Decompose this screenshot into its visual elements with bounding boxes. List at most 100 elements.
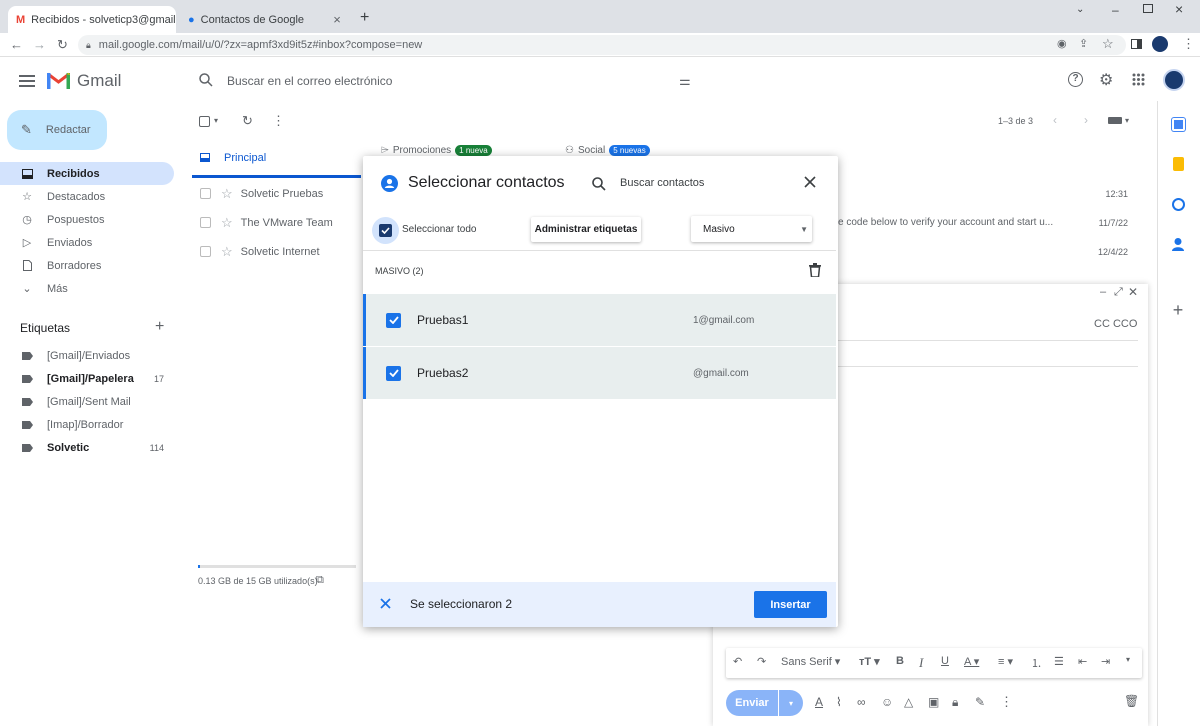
account-avatar[interactable] xyxy=(1163,69,1185,91)
send-button[interactable]: Enviar xyxy=(726,690,778,716)
search-icon[interactable] xyxy=(592,177,606,191)
keep-icon[interactable] xyxy=(1166,152,1190,176)
prev-page-icon[interactable]: ‹ xyxy=(1053,113,1057,127)
tab-google-contacts[interactable]: ● Contactos de Google × xyxy=(180,6,352,33)
contacts-search-input[interactable]: Buscar contactos xyxy=(620,177,704,189)
email-checkbox[interactable] xyxy=(200,246,211,257)
discard-trash-icon[interactable]: 🗑︎ xyxy=(1124,694,1139,708)
tab-social[interactable]: ⚇ Social 5 nuevas xyxy=(565,145,650,156)
numbered-list-icon[interactable]: ⒈ xyxy=(1031,655,1042,671)
indent-less-icon[interactable]: ⇤ xyxy=(1078,655,1087,668)
apps-grid-icon[interactable] xyxy=(1132,73,1145,86)
compose-expand-icon[interactable]: ⤢ xyxy=(1114,286,1123,299)
refresh-icon[interactable]: ↻ xyxy=(242,113,253,129)
profile-avatar[interactable] xyxy=(1152,36,1168,52)
add-label-icon[interactable]: + xyxy=(155,318,164,336)
formatting-options-icon[interactable]: A xyxy=(815,695,823,709)
photo-icon[interactable]: ▣ xyxy=(928,695,939,709)
confidential-lock-icon[interactable]: 🔒︎ xyxy=(952,695,958,710)
keyboard-icon[interactable] xyxy=(1108,117,1122,124)
redo-icon[interactable]: ↷ xyxy=(757,655,766,668)
delete-trash-icon[interactable] xyxy=(809,263,821,277)
contact-row[interactable]: Pruebas2 @gmail.com xyxy=(363,347,836,399)
address-bar[interactable]: 🔒︎ mail.google.com/mail/u/0/?zx=apmf3xd9… xyxy=(78,35,1126,55)
search-icon[interactable] xyxy=(199,73,213,87)
window-close-icon[interactable]: × xyxy=(1175,1,1183,17)
select-dropdown-icon[interactable]: ▾ xyxy=(214,116,218,125)
align-icon[interactable]: ≡ ▾ xyxy=(998,655,1013,668)
link-icon[interactable]: ∞ xyxy=(857,695,866,709)
tab-promociones[interactable]: ⌲ Promociones 1 nueva xyxy=(381,145,492,156)
font-size-icon[interactable]: тT ▾ xyxy=(859,655,880,668)
manage-labels-button[interactable]: Administrar etiquetas xyxy=(531,217,641,242)
add-addon-icon[interactable]: + xyxy=(1166,298,1190,322)
indent-more-icon[interactable]: ⇥ xyxy=(1101,655,1110,668)
label-item[interactable]: [Gmail]/Sent Mail xyxy=(0,390,174,413)
attach-icon[interactable]: ⌇ xyxy=(836,695,842,709)
next-page-icon[interactable]: › xyxy=(1084,113,1088,127)
nav-item-inbox[interactable]: Recibidos xyxy=(0,162,174,185)
contact-checkbox[interactable] xyxy=(386,365,401,381)
more-formatting-icon[interactable]: ▾ xyxy=(1126,655,1130,664)
minimize-icon[interactable]: – xyxy=(1112,3,1119,17)
cc-bcc-link[interactable]: CC CCO xyxy=(1094,318,1137,330)
tab-principal[interactable]: Principal xyxy=(192,140,361,178)
share-icon[interactable]: ⇪ xyxy=(1079,37,1088,50)
compose-minimize-icon[interactable]: – xyxy=(1100,286,1106,298)
more-options-icon[interactable]: ⋮ xyxy=(272,113,285,129)
email-checkbox[interactable] xyxy=(200,217,211,228)
bold-icon[interactable]: B xyxy=(896,655,904,667)
undo-icon[interactable]: ↶ xyxy=(733,655,742,668)
nav-item-starred[interactable]: ☆ Destacados xyxy=(0,185,174,208)
settings-gear-icon[interactable]: ⚙ xyxy=(1099,70,1113,90)
gmail-logo-icon[interactable] xyxy=(47,71,70,89)
label-item[interactable]: Solvetic 114 xyxy=(0,436,174,459)
mail-search-input[interactable]: Buscar en el correo electrónico xyxy=(227,74,392,88)
signature-pen-icon[interactable]: ✎ xyxy=(975,695,985,709)
bookmark-star-icon[interactable]: ☆ xyxy=(1102,36,1114,52)
nav-item-sent[interactable]: ▷ Enviados xyxy=(0,231,174,254)
search-options-icon[interactable]: ⚌ xyxy=(679,73,691,89)
nav-item-more[interactable]: ⌄ Más xyxy=(0,277,174,300)
more-options-icon[interactable]: ⋮ xyxy=(1000,694,1013,710)
underline-icon[interactable]: U xyxy=(941,655,949,667)
label-item[interactable]: [Imap]/Borrador xyxy=(0,413,174,436)
nav-item-drafts[interactable]: Borradores xyxy=(0,254,174,277)
contact-row[interactable]: Pruebas1 1@gmail.com xyxy=(363,294,836,346)
clear-selection-icon[interactable] xyxy=(380,598,391,609)
nav-item-snoozed[interactable]: ◷ Pospuestos xyxy=(0,208,174,231)
emoji-icon[interactable]: ☺ xyxy=(881,695,893,709)
insert-button[interactable]: Insertar xyxy=(754,591,827,618)
contact-checkbox[interactable] xyxy=(386,312,401,328)
reload-icon[interactable]: ↻ xyxy=(57,37,68,53)
open-external-icon[interactable]: ⧉ xyxy=(316,574,324,587)
star-icon[interactable]: ☆ xyxy=(221,244,233,260)
tab-search-icon[interactable]: ⌄ xyxy=(1076,4,1084,15)
font-family-select[interactable]: Sans Serif ▾ xyxy=(781,655,840,668)
tab-gmail-inbox[interactable]: M Recibidos - solveticp3@gmail.co × xyxy=(8,6,176,33)
tasks-icon[interactable] xyxy=(1166,192,1190,216)
compose-close-icon[interactable]: ✕ xyxy=(1128,285,1138,299)
close-icon[interactable]: × xyxy=(330,12,344,27)
input-tools-dropdown-icon[interactable]: ▾ xyxy=(1125,116,1129,125)
contacts-icon[interactable] xyxy=(1166,232,1190,256)
more-vert-icon[interactable]: ⋮ xyxy=(1182,36,1195,52)
drive-icon[interactable]: △ xyxy=(904,695,913,709)
close-icon[interactable] xyxy=(804,176,816,188)
star-icon[interactable]: ☆ xyxy=(221,186,233,202)
select-all-checkbox[interactable] xyxy=(372,217,399,244)
label-filter-select[interactable]: Masivo ▼ xyxy=(691,216,812,242)
back-icon[interactable]: ← xyxy=(10,37,23,52)
calendar-icon[interactable] xyxy=(1166,112,1190,136)
new-tab-icon[interactable]: + xyxy=(360,9,369,27)
side-panel-icon[interactable] xyxy=(1131,39,1142,49)
italic-icon[interactable]: I xyxy=(919,655,923,671)
eye-icon[interactable]: ◉ xyxy=(1057,37,1067,50)
bulleted-list-icon[interactable]: ☰ xyxy=(1054,655,1064,668)
text-color-icon[interactable]: A ▾ xyxy=(964,655,979,668)
help-icon[interactable]: ? xyxy=(1068,72,1083,87)
forward-icon[interactable]: → xyxy=(33,37,46,52)
label-item[interactable]: [Gmail]/Enviados xyxy=(0,344,174,367)
compose-button[interactable]: ✎ Redactar xyxy=(7,110,107,150)
label-item[interactable]: [Gmail]/Papelera 17 xyxy=(0,367,174,390)
